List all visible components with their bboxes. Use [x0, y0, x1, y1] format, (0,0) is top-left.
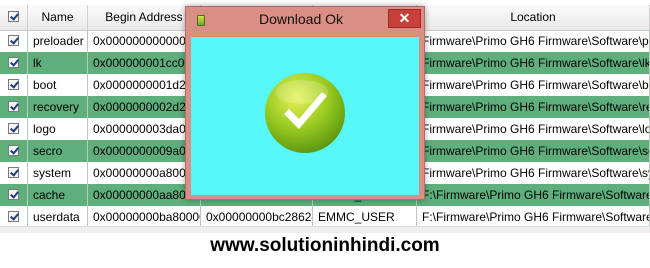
row-checkbox-cell[interactable]: [0, 118, 28, 140]
cell-name: logo: [28, 118, 88, 140]
close-button[interactable]: ✕: [388, 9, 421, 28]
cell-location: Firmware\Primo GH6 Firmware\Software\bo: [417, 74, 650, 96]
row-checkbox[interactable]: [8, 123, 19, 134]
cell-region: EMMC_USER: [313, 206, 417, 228]
cell-name: lk: [28, 52, 88, 74]
dialog-titlebar[interactable]: Download Ok ✕: [186, 7, 424, 33]
row-checkbox[interactable]: [8, 79, 19, 90]
row-checkbox[interactable]: [8, 211, 19, 222]
row-checkbox-cell[interactable]: [0, 52, 28, 74]
row-checkbox-cell[interactable]: [0, 206, 28, 228]
cell-location: F:\Firmware\Primo GH6 Firmware\Software\…: [417, 206, 650, 228]
row-checkbox-cell[interactable]: [0, 162, 28, 184]
row-checkbox[interactable]: [8, 57, 19, 68]
cell-location: Firmware\Primo GH6 Firmware\Software\lk.: [417, 52, 650, 74]
dialog-title: Download Ok: [258, 11, 344, 27]
row-checkbox-cell[interactable]: [0, 96, 28, 118]
website-watermark: www.solutioninhindi.com: [210, 235, 440, 256]
row-checkbox[interactable]: [8, 167, 19, 178]
row-checkbox-cell[interactable]: [0, 74, 28, 96]
cell-end-address: 0x00000000bc28624f: [201, 206, 313, 228]
cell-location: F:\Firmware\Primo GH6 Firmware\Software\…: [417, 184, 650, 206]
header-name[interactable]: Name: [28, 5, 88, 30]
select-all-cell[interactable]: [0, 5, 28, 30]
row-checkbox[interactable]: [8, 145, 19, 156]
row-checkbox[interactable]: [8, 189, 19, 200]
cell-name: boot: [28, 74, 88, 96]
cell-location: Firmware\Primo GH6 Firmware\Software\log: [417, 118, 650, 140]
row-checkbox-cell[interactable]: [0, 30, 28, 52]
cell-name: userdata: [28, 206, 88, 228]
cell-location: Firmware\Primo GH6 Firmware\Software\sys: [417, 162, 650, 184]
cell-location: Firmware\Primo GH6 Firmware\Software\pre: [417, 30, 650, 52]
cell-begin-address: 0x00000000ba800000: [88, 206, 201, 228]
cell-name: recovery: [28, 96, 88, 118]
row-checkbox[interactable]: [8, 35, 19, 46]
select-all-checkbox[interactable]: [8, 11, 19, 22]
download-ok-dialog: Download Ok ✕: [185, 6, 425, 200]
app-icon: [197, 15, 205, 26]
cell-name: preloader: [28, 30, 88, 52]
cell-name: secro: [28, 140, 88, 162]
cell-location: Firmware\Primo GH6 Firmware\Software\sec: [417, 140, 650, 162]
checkmark-icon: [265, 73, 345, 153]
row-checkbox-cell[interactable]: [0, 184, 28, 206]
row-checkbox-cell[interactable]: [0, 140, 28, 162]
row-checkbox[interactable]: [8, 101, 19, 112]
header-location[interactable]: Location: [417, 5, 650, 30]
table-row[interactable]: userdata 0x00000000ba800000 0x00000000bc…: [0, 206, 650, 228]
cell-name: system: [28, 162, 88, 184]
dialog-content: [191, 37, 419, 195]
horizontal-scrollbar[interactable]: [0, 226, 650, 233]
cell-location: Firmware\Primo GH6 Firmware\Software\re: [417, 96, 650, 118]
cell-name: cache: [28, 184, 88, 206]
